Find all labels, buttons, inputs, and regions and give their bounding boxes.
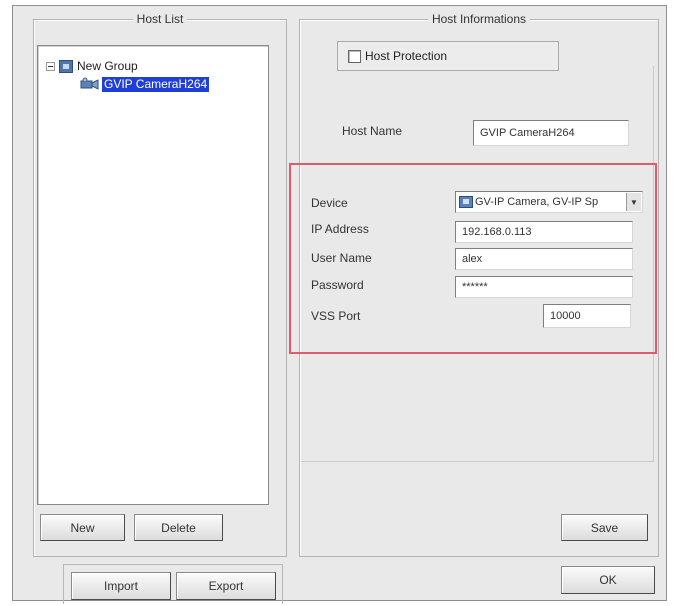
tree-host-label: GVIP CameraH264 — [102, 76, 210, 92]
host-protection-checkbox[interactable] — [348, 49, 361, 63]
user-name-label: User Name — [311, 251, 372, 265]
host-name-label: Host Name — [342, 124, 403, 138]
host-protection-label: Host Protection — [365, 49, 448, 63]
ip-address-label: IP Address — [311, 222, 369, 236]
delete-host-button[interactable]: Delete — [134, 514, 223, 541]
device-type-icon — [459, 196, 473, 208]
tree-group-label: New Group — [77, 59, 138, 73]
import-export-frame — [63, 564, 283, 604]
save-button[interactable]: Save — [561, 514, 648, 541]
camera-host-icon — [80, 77, 99, 90]
host-protection-frame: Host Protection — [337, 41, 559, 71]
dropdown-arrow-icon[interactable]: ▼ — [626, 193, 641, 211]
user-name-input[interactable]: alex — [455, 248, 633, 270]
host-name-input[interactable]: GVIP CameraH264 — [473, 120, 629, 146]
group-folder-icon — [59, 59, 73, 73]
password-label: Password — [311, 278, 364, 292]
host-settings-window: Host List Host Informations New Group GV… — [12, 5, 667, 604]
device-select[interactable]: GV-IP Camera, GV-IP Sp ▼ — [455, 191, 643, 213]
vss-port-label: VSS Port — [311, 309, 361, 323]
tree-item-new-group[interactable]: New Group — [46, 58, 138, 74]
tree-item-host[interactable]: GVIP CameraH264 — [80, 76, 210, 92]
device-label: Device — [311, 196, 348, 210]
ok-button[interactable]: OK — [561, 566, 655, 594]
collapse-icon[interactable] — [46, 61, 55, 71]
new-host-button[interactable]: New — [40, 514, 125, 541]
device-select-value: GV-IP Camera, GV-IP Sp — [475, 196, 599, 208]
ip-address-input[interactable]: 192.168.0.113 — [455, 221, 633, 243]
host-list-title: Host List — [132, 12, 188, 26]
password-input[interactable]: ****** — [455, 276, 633, 298]
host-tree[interactable]: New Group GVIP CameraH264 — [37, 45, 269, 505]
host-info-title: Host Informations — [427, 12, 531, 26]
vss-port-input[interactable]: 10000 — [543, 304, 631, 328]
